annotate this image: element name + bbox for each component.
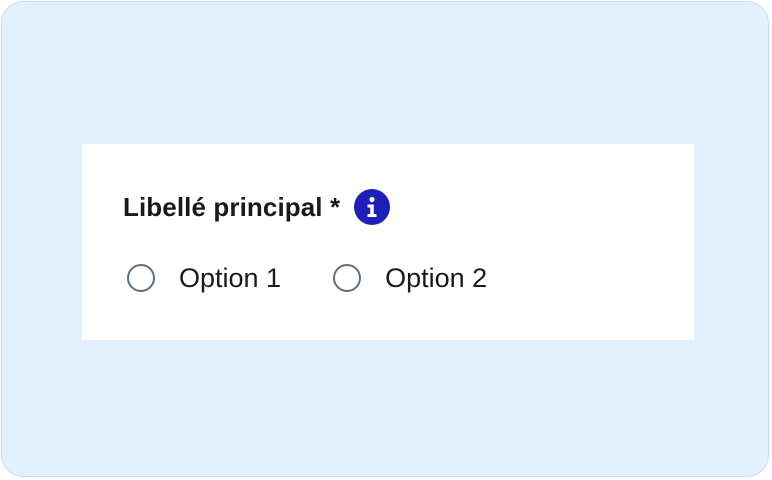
field-label: Libellé principal * [123, 192, 341, 222]
radio-options: Option 1 Option 2 [127, 262, 487, 294]
radio-group-card: Libellé principal * Option 1 Option 2 [82, 144, 694, 340]
info-glyph [367, 196, 377, 217]
radio-option-1[interactable]: Option 1 [127, 264, 281, 292]
field-label-row: Libellé principal * [123, 189, 391, 225]
option-2-label[interactable]: Option 2 [385, 264, 487, 292]
preview-frame: Libellé principal * Option 1 Option 2 [1, 1, 769, 477]
option-1-label[interactable]: Option 1 [179, 264, 281, 292]
radio-option-2[interactable]: Option 2 [333, 264, 487, 292]
radio-button-option-1[interactable] [127, 264, 155, 292]
info-icon[interactable] [354, 189, 391, 225]
radio-button-option-2[interactable] [333, 264, 362, 292]
